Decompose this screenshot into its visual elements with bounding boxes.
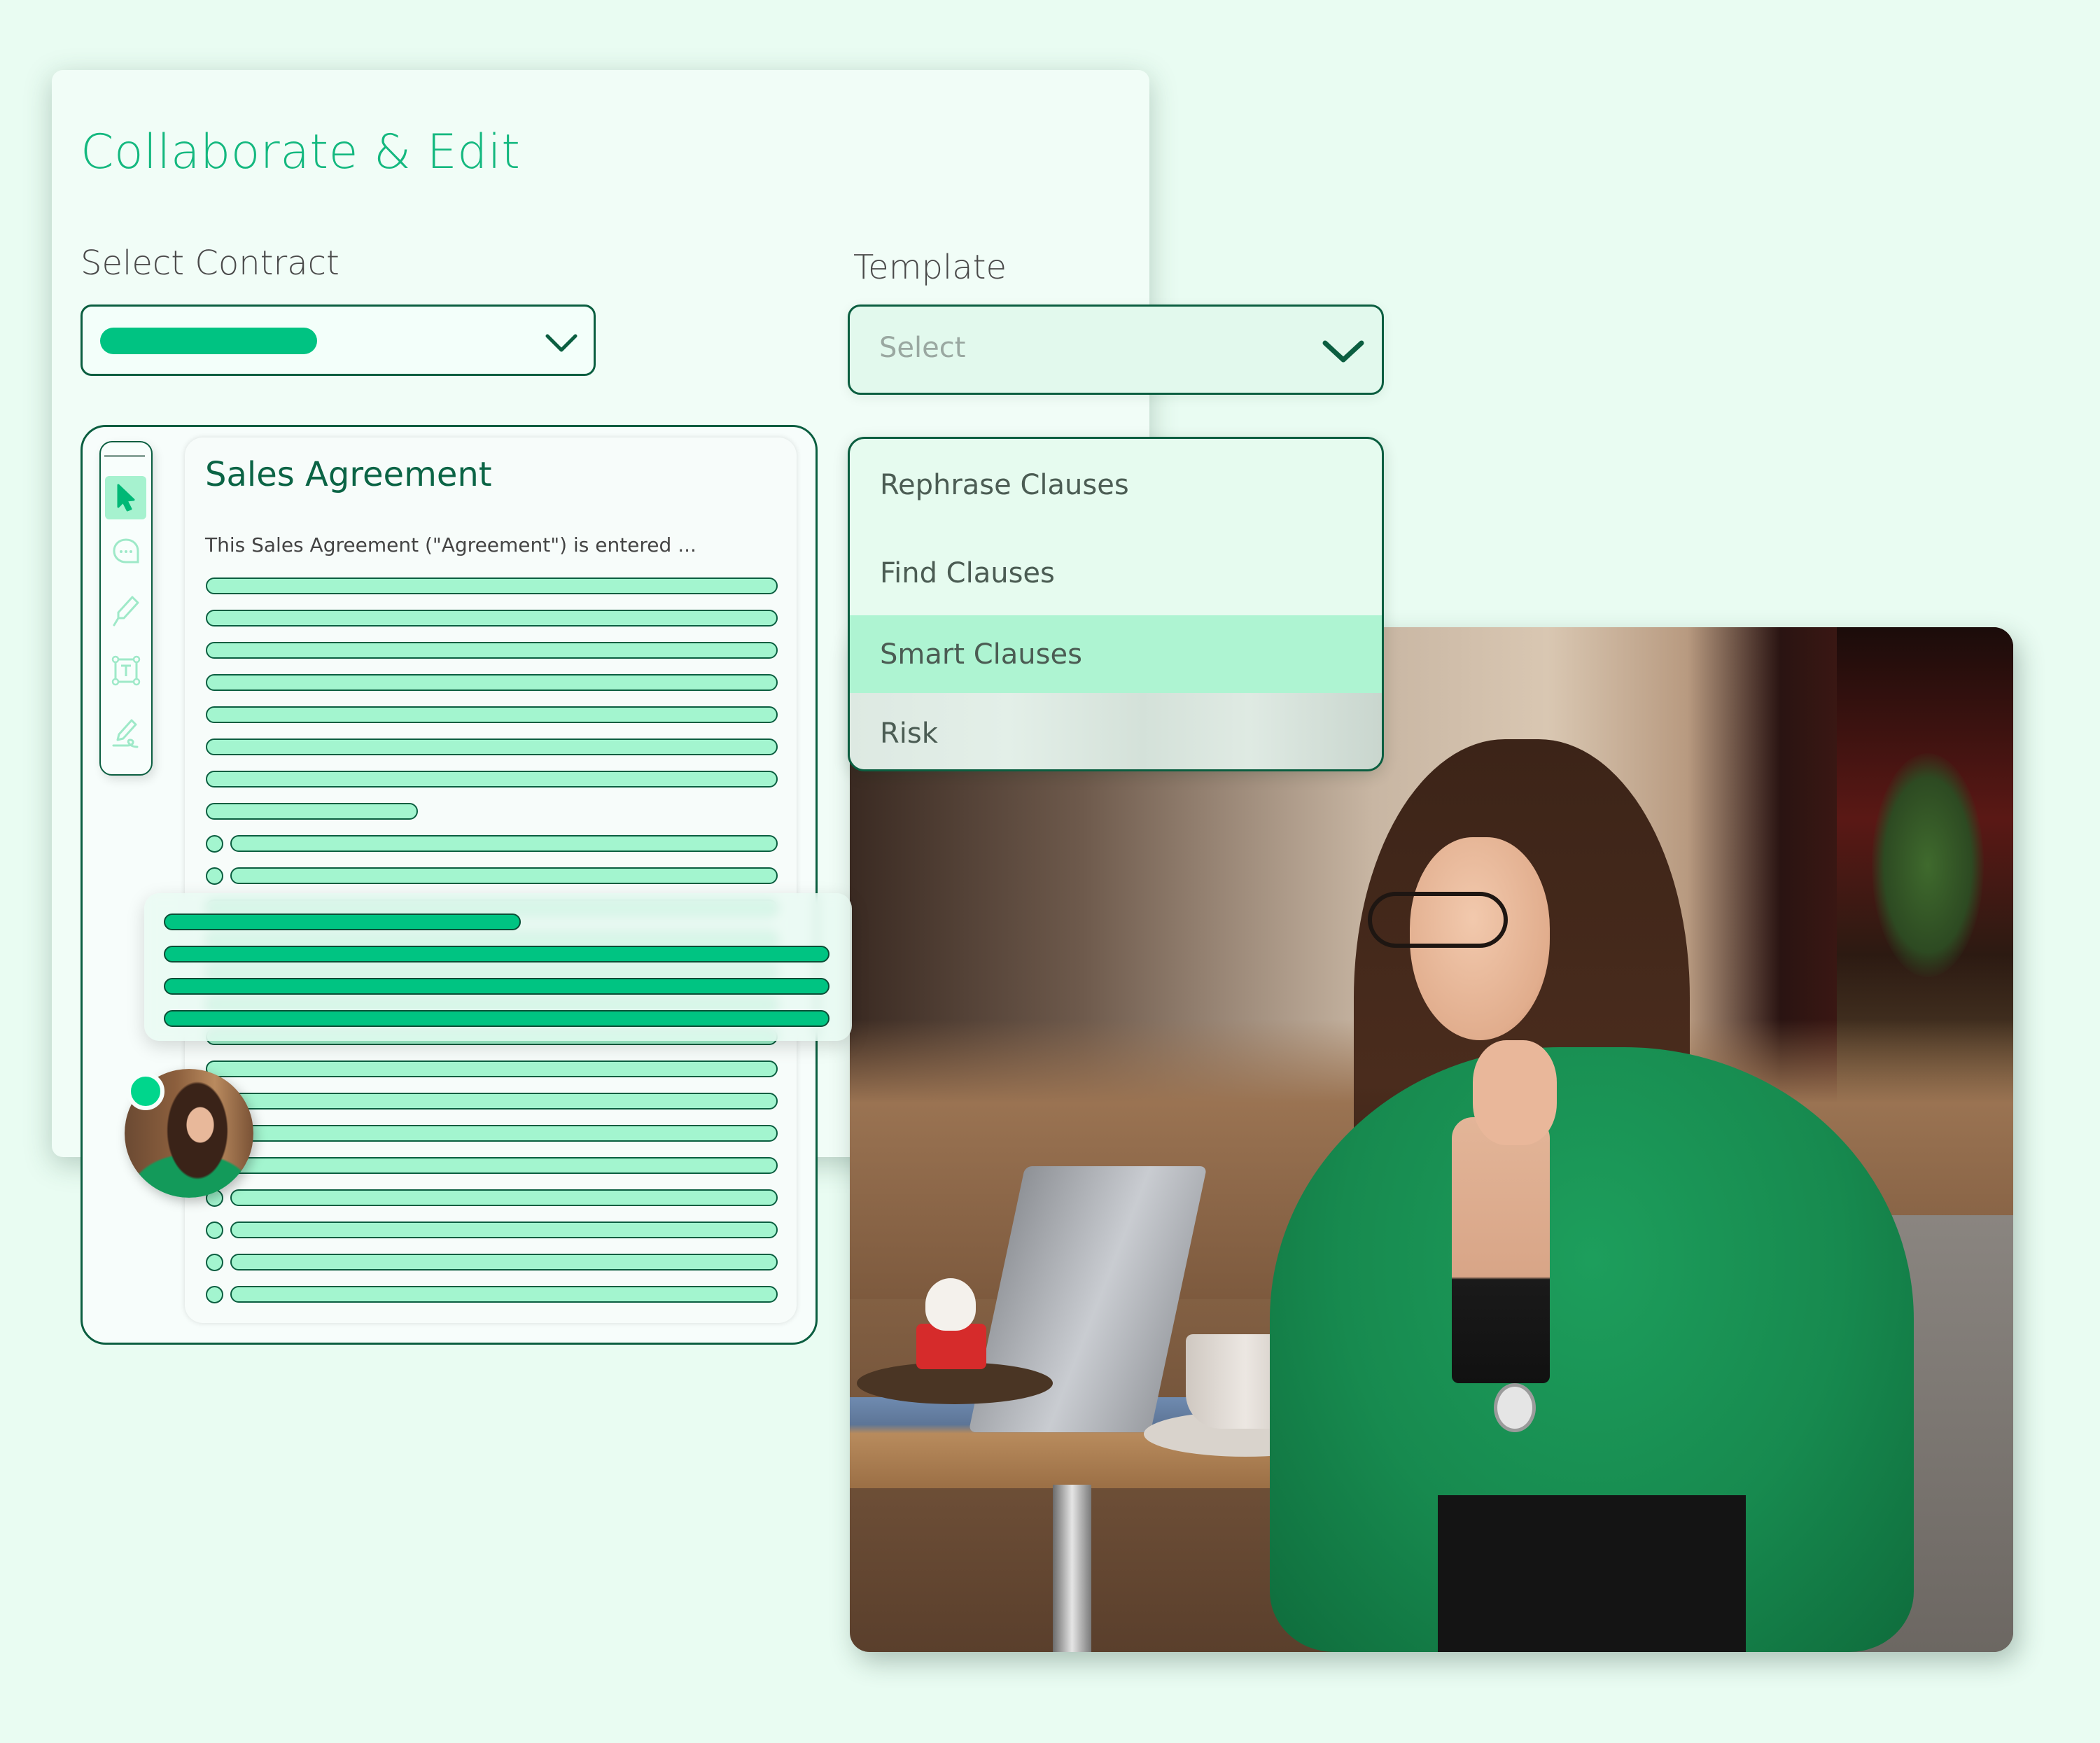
template-options-list: Rephrase Clauses Find Clauses Smart Clau… (848, 437, 1384, 771)
woman-at-laptop-photo (850, 627, 2013, 1652)
toolbar-drag-handle[interactable] (104, 455, 145, 457)
text-line (206, 610, 778, 626)
option-rephrase-clauses[interactable]: Rephrase Clauses (850, 439, 1382, 531)
tool-signature-button[interactable] (105, 712, 146, 755)
template-select[interactable]: Select (848, 304, 1384, 395)
editing-toolbar (99, 441, 153, 776)
list-bullet (206, 867, 223, 885)
tool-cursor-button[interactable] (105, 476, 146, 519)
template-placeholder: Select (879, 332, 966, 364)
text-line (206, 1060, 778, 1077)
list-bullet (206, 1222, 223, 1239)
highlighter-icon (113, 596, 139, 626)
signature-icon (112, 719, 138, 748)
highlighted-text-line (164, 946, 830, 962)
text-line (206, 1125, 778, 1142)
contract-select[interactable] (80, 304, 596, 376)
tool-text-box-button[interactable] (105, 649, 146, 692)
option-risk[interactable]: Risk (850, 693, 1382, 769)
text-line (206, 803, 418, 820)
chevron-down-icon (1322, 340, 1364, 363)
page-title: Collaborate & Edit (80, 125, 521, 180)
list-bullet (206, 835, 223, 853)
text-line (206, 578, 778, 594)
highlighted-text-line (164, 1010, 830, 1027)
tool-comment-button[interactable] (105, 530, 146, 573)
text-line (206, 706, 778, 723)
selected-contract-value (100, 328, 317, 354)
text-line (206, 1157, 778, 1174)
highlighted-text-line (164, 913, 521, 930)
text-line (206, 738, 778, 755)
text-line (206, 674, 778, 691)
comment-icon (112, 538, 139, 564)
text-box-icon (111, 655, 140, 686)
text-line (206, 642, 778, 659)
text-line (230, 1222, 778, 1238)
template-label: Template (853, 248, 1007, 287)
option-find-clauses[interactable]: Find Clauses (850, 531, 1382, 615)
highlighted-text-line (164, 978, 830, 995)
option-smart-clauses[interactable]: Smart Clauses (850, 615, 1382, 693)
cursor-icon (117, 484, 134, 512)
document-intro-text: This Sales Agreement ("Agreement") is en… (205, 533, 696, 556)
text-line (230, 1189, 778, 1206)
text-line (206, 1093, 778, 1110)
tool-highlighter-button[interactable] (105, 589, 146, 633)
text-line (230, 1286, 778, 1303)
text-line (230, 867, 778, 884)
list-bullet (206, 1254, 223, 1271)
text-line (230, 835, 778, 852)
chevron-down-icon (545, 334, 578, 352)
list-bullet (206, 1286, 223, 1303)
online-status-indicator (127, 1072, 164, 1110)
document-title: Sales Agreement (205, 455, 492, 494)
text-line (230, 1254, 778, 1270)
select-contract-label: Select Contract (80, 244, 340, 283)
text-line (206, 771, 778, 788)
